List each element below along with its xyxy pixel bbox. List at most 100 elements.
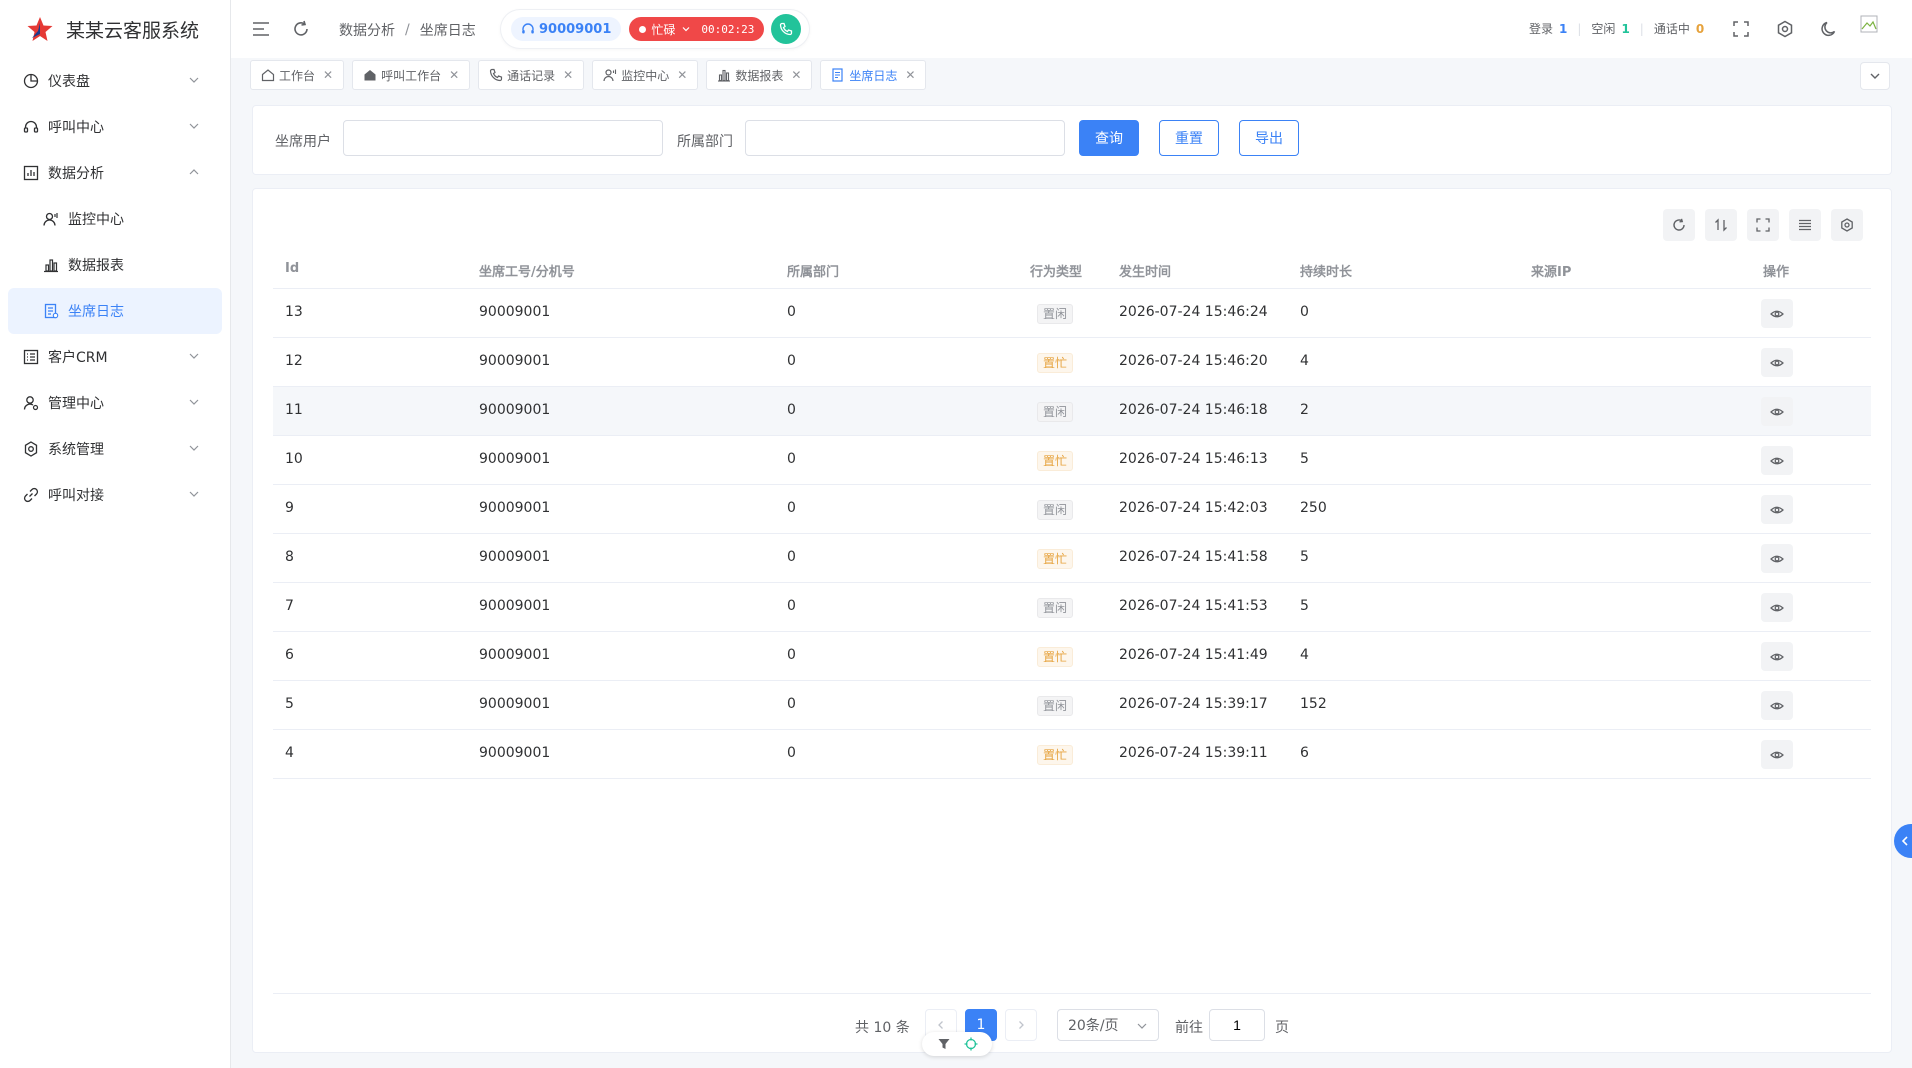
- sidebar-item-label: 管理中心: [48, 396, 104, 412]
- idle-stat-value: 1: [1621, 21, 1630, 36]
- tab-call-records[interactable]: 通话记录 ✕: [478, 60, 585, 90]
- pagination-total: 共 10 条: [855, 1020, 910, 1036]
- refresh-icon[interactable]: [291, 19, 311, 39]
- phone-call-button[interactable]: [771, 14, 801, 44]
- refresh-table-button[interactable]: [1663, 209, 1695, 241]
- cell-duration: 5: [1300, 549, 1309, 565]
- view-button[interactable]: [1761, 642, 1793, 671]
- crosshair-icon[interactable]: [964, 1037, 978, 1051]
- cell-time: 2026-07-24 15:42:03: [1119, 500, 1268, 516]
- filter-icon[interactable]: [937, 1037, 951, 1051]
- close-icon[interactable]: ✕: [791, 68, 801, 82]
- sidebar-item-dashboard[interactable]: 仪表盘: [0, 58, 230, 104]
- fullscreen-table-button[interactable]: [1747, 209, 1779, 241]
- table-row[interactable]: 8 90009001 0 2026-07-24 15:41:58 5 置忙: [273, 534, 1871, 583]
- tab-workbench[interactable]: 工作台 ✕: [250, 60, 345, 90]
- cell-duration: 6: [1300, 745, 1309, 761]
- view-button[interactable]: [1761, 348, 1793, 377]
- agent-status-dropdown[interactable]: 忙碌 00:02:23: [629, 17, 765, 41]
- table-row[interactable]: 7 90009001 0 2026-07-24 15:41:53 5 置闲: [273, 583, 1871, 632]
- extension-number: 90009001: [539, 21, 612, 37]
- home-icon: [261, 68, 275, 82]
- tab-data-reports[interactable]: 数据报表 ✕: [706, 60, 813, 90]
- table-row[interactable]: 9 90009001 0 2026-07-24 15:42:03 250 置闲: [273, 485, 1871, 534]
- column-settings-button[interactable]: [1831, 209, 1863, 241]
- export-button[interactable]: 导出: [1239, 120, 1299, 156]
- side-drawer-handle[interactable]: [1894, 824, 1912, 858]
- action-type-tag: 置闲: [1037, 598, 1074, 618]
- table-row[interactable]: 4 90009001 0 2026-07-24 15:39:11 6 置忙: [273, 730, 1871, 779]
- sidebar-item-call-center[interactable]: 呼叫中心: [0, 104, 230, 150]
- cell-time: 2026-07-24 15:41:58: [1119, 549, 1268, 565]
- goto-page-input[interactable]: [1209, 1009, 1265, 1041]
- view-button[interactable]: [1761, 544, 1793, 573]
- table-row[interactable]: 12 90009001 0 2026-07-24 15:46:20 4 置忙: [273, 338, 1871, 387]
- cell-agent: 90009001: [479, 500, 551, 516]
- table-row[interactable]: 11 90009001 0 2026-07-24 15:46:18 2 置闲: [273, 387, 1871, 436]
- cell-duration: 152: [1300, 696, 1327, 712]
- department-input[interactable]: [745, 120, 1065, 156]
- chevron-down-icon: [682, 27, 690, 32]
- view-button[interactable]: [1761, 299, 1793, 328]
- sidebar-item-management[interactable]: 管理中心: [0, 380, 230, 426]
- close-icon[interactable]: ✕: [449, 68, 459, 82]
- view-button[interactable]: [1761, 495, 1793, 524]
- breadcrumb-item[interactable]: 数据分析: [339, 20, 395, 40]
- next-page-button[interactable]: [1005, 1009, 1037, 1041]
- view-button[interactable]: [1761, 446, 1793, 475]
- tab-call-workbench[interactable]: 呼叫工作台 ✕: [352, 60, 471, 90]
- settings-icon[interactable]: [1775, 19, 1795, 39]
- breadcrumb-separator: /: [405, 22, 410, 38]
- action-type-tag: 置忙: [1037, 745, 1074, 765]
- sidebar-item-system[interactable]: 系统管理: [0, 426, 230, 472]
- sidebar-item-data-analysis[interactable]: 数据分析: [0, 150, 230, 196]
- breadcrumb: 数据分析 / 坐席日志: [339, 20, 476, 40]
- fullscreen-icon[interactable]: [1731, 19, 1751, 39]
- view-button[interactable]: [1761, 740, 1793, 769]
- tab-monitor-center[interactable]: 监控中心 ✕: [592, 60, 699, 90]
- sidebar-menu: 仪表盘 呼叫中心 数据分析 监控中心 数据报表 坐席日志 客户CRM 管理中心 …: [0, 58, 230, 518]
- menu-toggle-icon[interactable]: [251, 19, 271, 39]
- extension-pill[interactable]: 90009001: [511, 17, 622, 41]
- close-icon[interactable]: ✕: [563, 68, 573, 82]
- avatar[interactable]: [1859, 14, 1879, 34]
- table-row[interactable]: 6 90009001 0 2026-07-24 15:41:49 4 置忙: [273, 632, 1871, 681]
- sort-table-button[interactable]: [1705, 209, 1737, 241]
- agent-user-input[interactable]: [343, 120, 663, 156]
- query-button[interactable]: 查询: [1079, 120, 1139, 156]
- cell-duration: 2: [1300, 402, 1309, 418]
- sidebar-subitem-reports[interactable]: 数据报表: [0, 242, 230, 288]
- close-icon[interactable]: ✕: [905, 68, 915, 82]
- bar-chart-box-icon: [22, 164, 40, 182]
- gear-icon: [22, 440, 40, 458]
- sidebar-item-label: 仪表盘: [48, 74, 90, 90]
- dark-mode-moon-icon[interactable]: [1819, 19, 1839, 39]
- sidebar-item-call-integration[interactable]: 呼叫对接: [0, 472, 230, 518]
- cell-id: 10: [285, 451, 303, 467]
- view-button[interactable]: [1761, 691, 1793, 720]
- table-row[interactable]: 10 90009001 0 2026-07-24 15:46:13 5 置忙: [273, 436, 1871, 485]
- chevron-right-icon: [1019, 1021, 1024, 1029]
- density-table-button[interactable]: [1789, 209, 1821, 241]
- reset-button[interactable]: 重置: [1159, 120, 1219, 156]
- sidebar-subitem-monitor[interactable]: 监控中心: [0, 196, 230, 242]
- cell-id: 5: [285, 696, 294, 712]
- table-row[interactable]: 13 90009001 0 2026-07-24 15:46:24 0 置闲: [273, 289, 1871, 338]
- table-row[interactable]: 5 90009001 0 2026-07-24 15:39:17 152 置闲: [273, 681, 1871, 730]
- cell-time: 2026-07-24 15:41:53: [1119, 598, 1268, 614]
- cell-id: 8: [285, 549, 294, 565]
- close-icon[interactable]: ✕: [323, 68, 333, 82]
- tab-label: 数据报表: [735, 68, 784, 83]
- cell-agent: 90009001: [479, 549, 551, 565]
- view-button[interactable]: [1761, 397, 1793, 426]
- action-type-tag: 置闲: [1037, 500, 1074, 520]
- tabs-more-dropdown[interactable]: [1860, 62, 1890, 90]
- tab-agent-log[interactable]: 坐席日志 ✕: [820, 60, 927, 90]
- sidebar-subitem-agent-log[interactable]: 坐席日志: [8, 288, 222, 334]
- sidebar-item-crm[interactable]: 客户CRM: [0, 334, 230, 380]
- cell-department: 0: [787, 745, 796, 761]
- view-button[interactable]: [1761, 593, 1793, 622]
- cell-id: 11: [285, 402, 303, 418]
- page-size-select[interactable]: 20条/页: [1057, 1009, 1159, 1041]
- close-icon[interactable]: ✕: [677, 68, 687, 82]
